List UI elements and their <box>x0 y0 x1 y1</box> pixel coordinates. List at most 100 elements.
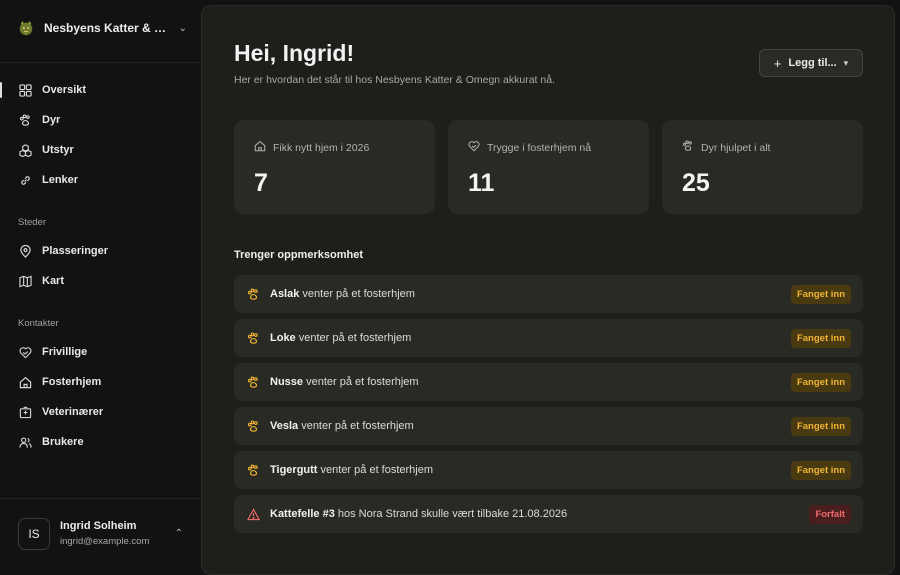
sidebar-item-label: Frivillige <box>42 346 88 358</box>
stat-card-total: Dyr hjulpet i alt 25 <box>662 120 863 214</box>
main-panel: Hei, Ingrid! Her er hvordan det står til… <box>201 5 895 575</box>
plus-icon: + <box>773 55 782 71</box>
chevron-updown-icon: ⌄ <box>178 22 187 34</box>
list-item-text: Vesla venter på et fosterhjem <box>270 420 781 432</box>
list-item[interactable]: Vesla venter på et fosterhjem Fanget inn <box>234 407 863 445</box>
status-badge: Fanget inn <box>790 284 851 304</box>
equipment-name: Kattefelle #3 <box>270 508 335 520</box>
list-item[interactable]: Tigergutt venter på et fosterhjem Fanget… <box>234 451 863 489</box>
stat-value: 7 <box>254 169 268 197</box>
list-item[interactable]: Nusse venter på et fosterhjem Fanget inn <box>234 363 863 401</box>
stat-label: Fikk nytt hjem i 2026 <box>273 141 370 154</box>
sidebar-item-oversikt[interactable]: Oversikt <box>0 75 193 105</box>
paw-icon <box>246 375 260 389</box>
home-icon <box>254 140 266 155</box>
list-item-desc: venter på et fosterhjem <box>295 332 412 344</box>
list-item[interactable]: Aslak venter på et fosterhjem Fanget inn <box>234 275 863 313</box>
list-item-desc: venter på et fosterhjem <box>317 464 434 476</box>
paw-icon <box>246 419 260 433</box>
sidebar-item-label: Dyr <box>42 114 61 126</box>
section-label-steder: Steder <box>18 217 46 228</box>
list-item-desc: venter på et fosterhjem <box>298 420 414 432</box>
paw-icon <box>246 463 260 477</box>
nav: Oversikt Dyr Utstyr Lenker Steder Plasse… <box>0 63 201 457</box>
dashboard-icon <box>18 83 32 97</box>
attention-title: Trenger oppmerksomhet <box>234 249 363 261</box>
map-icon <box>18 274 32 288</box>
list-item-text: Loke venter på et fosterhjem <box>270 332 781 344</box>
sidebar-item-dyr[interactable]: Dyr <box>8 105 193 135</box>
stat-value: 25 <box>682 169 710 197</box>
add-button[interactable]: + Legg til... ▾ <box>759 49 863 77</box>
user-email: ingrid@example.com <box>60 536 150 547</box>
avatar: IS <box>18 517 50 550</box>
list-item[interactable]: Kattefelle #3 hos Nora Strand skulle vær… <box>234 495 863 533</box>
home-icon <box>18 375 32 389</box>
paw-icon <box>246 287 260 301</box>
cat-logo-icon <box>16 18 36 38</box>
list-item-text: Aslak venter på et fosterhjem <box>270 288 781 300</box>
page-subtitle: Her er hvordan det står til hos Nesbyens… <box>234 74 555 86</box>
sidebar-item-label: Plasseringer <box>42 245 109 257</box>
animal-name: Tigergutt <box>270 464 318 476</box>
sidebar-item-label: Oversikt <box>42 84 87 96</box>
status-badge: Fanget inn <box>790 460 851 480</box>
list-item-text: Nusse venter på et fosterhjem <box>270 376 781 388</box>
sidebar-item-label: Utstyr <box>42 144 74 156</box>
sidebar-item-utstyr[interactable]: Utstyr <box>8 135 193 165</box>
stat-card-foster: Trygge i fosterhjem nå 11 <box>448 120 649 214</box>
sidebar-item-fosterhjem[interactable]: Fosterhjem <box>8 367 193 397</box>
sidebar-item-veterinaerer[interactable]: Veterinærer <box>8 397 193 427</box>
animal-name: Vesla <box>270 420 299 432</box>
user-menu[interactable]: IS Ingrid Solheim ingrid@example.com ⌃ <box>0 498 201 568</box>
status-badge: Fanget inn <box>790 328 851 348</box>
status-badge: Fanget inn <box>790 372 851 392</box>
paw-icon <box>246 331 260 345</box>
sidebar-item-frivillige[interactable]: Frivillige <box>8 337 193 367</box>
attention-list: Aslak venter på et fosterhjem Fanget inn… <box>234 275 863 539</box>
add-button-label: Legg til... <box>788 57 837 69</box>
user-name: Ingrid Solheim <box>60 520 137 532</box>
list-item[interactable]: Loke venter på et fosterhjem Fanget inn <box>234 319 863 357</box>
list-item-desc: venter på et fosterhjem <box>303 376 419 388</box>
status-badge: Fanget inn <box>790 416 851 436</box>
sidebar-item-label: Lenker <box>42 174 79 186</box>
animal-name: Loke <box>270 332 296 344</box>
paw-icon <box>682 140 694 155</box>
org-name: Nesbyens Katter & O... <box>44 21 171 35</box>
user-meta: Ingrid Solheim ingrid@example.com <box>60 520 165 547</box>
sidebar-item-label: Brukere <box>42 436 84 448</box>
stat-label: Trygge i fosterhjem nå <box>487 141 592 154</box>
list-item-text: Tigergutt venter på et fosterhjem <box>270 464 781 476</box>
warning-triangle-icon <box>246 507 260 521</box>
stats-row: Fikk nytt hjem i 2026 7 Trygge i fosterh… <box>234 120 863 214</box>
sidebar-item-plasseringer[interactable]: Plasseringer <box>8 236 193 266</box>
sidebar-item-kart[interactable]: Kart <box>8 266 193 296</box>
page-title: Hei, Ingrid! <box>234 40 355 66</box>
status-badge: Forfalt <box>809 504 851 524</box>
stat-card-adopted: Fikk nytt hjem i 2026 7 <box>234 120 435 214</box>
sidebar-item-label: Fosterhjem <box>42 376 102 388</box>
sidebar-item-label: Kart <box>42 275 65 287</box>
chevron-up-icon: ⌃ <box>174 528 183 539</box>
sidebar-item-label: Veterinærer <box>42 406 104 418</box>
sidebar-item-brukere[interactable]: Brukere <box>8 427 193 457</box>
list-item-text: Kattefelle #3 hos Nora Strand skulle vær… <box>270 508 799 520</box>
sidebar: Nesbyens Katter & O... ⌄ Oversikt Dyr Ut… <box>0 0 201 568</box>
org-switcher[interactable]: Nesbyens Katter & O... ⌄ <box>0 0 201 56</box>
list-item-desc: venter på et fosterhjem <box>299 288 415 300</box>
users-icon <box>18 435 32 449</box>
sidebar-item-lenker[interactable]: Lenker <box>8 165 193 195</box>
hospital-icon <box>18 405 32 419</box>
list-item-desc: hos Nora Strand skulle vært tilbake 21.0… <box>334 508 568 520</box>
animal-name: Nusse <box>270 376 304 388</box>
boxes-icon <box>18 143 32 157</box>
heart-handshake-icon <box>18 345 32 359</box>
stat-label: Dyr hjulpet i alt <box>701 141 771 154</box>
heart-handshake-icon <box>468 140 480 155</box>
chevron-down-icon: ▾ <box>843 57 849 68</box>
section-label-kontakter: Kontakter <box>18 318 59 329</box>
stat-value: 11 <box>468 169 495 197</box>
animal-name: Aslak <box>270 288 300 300</box>
link-icon <box>18 173 32 187</box>
